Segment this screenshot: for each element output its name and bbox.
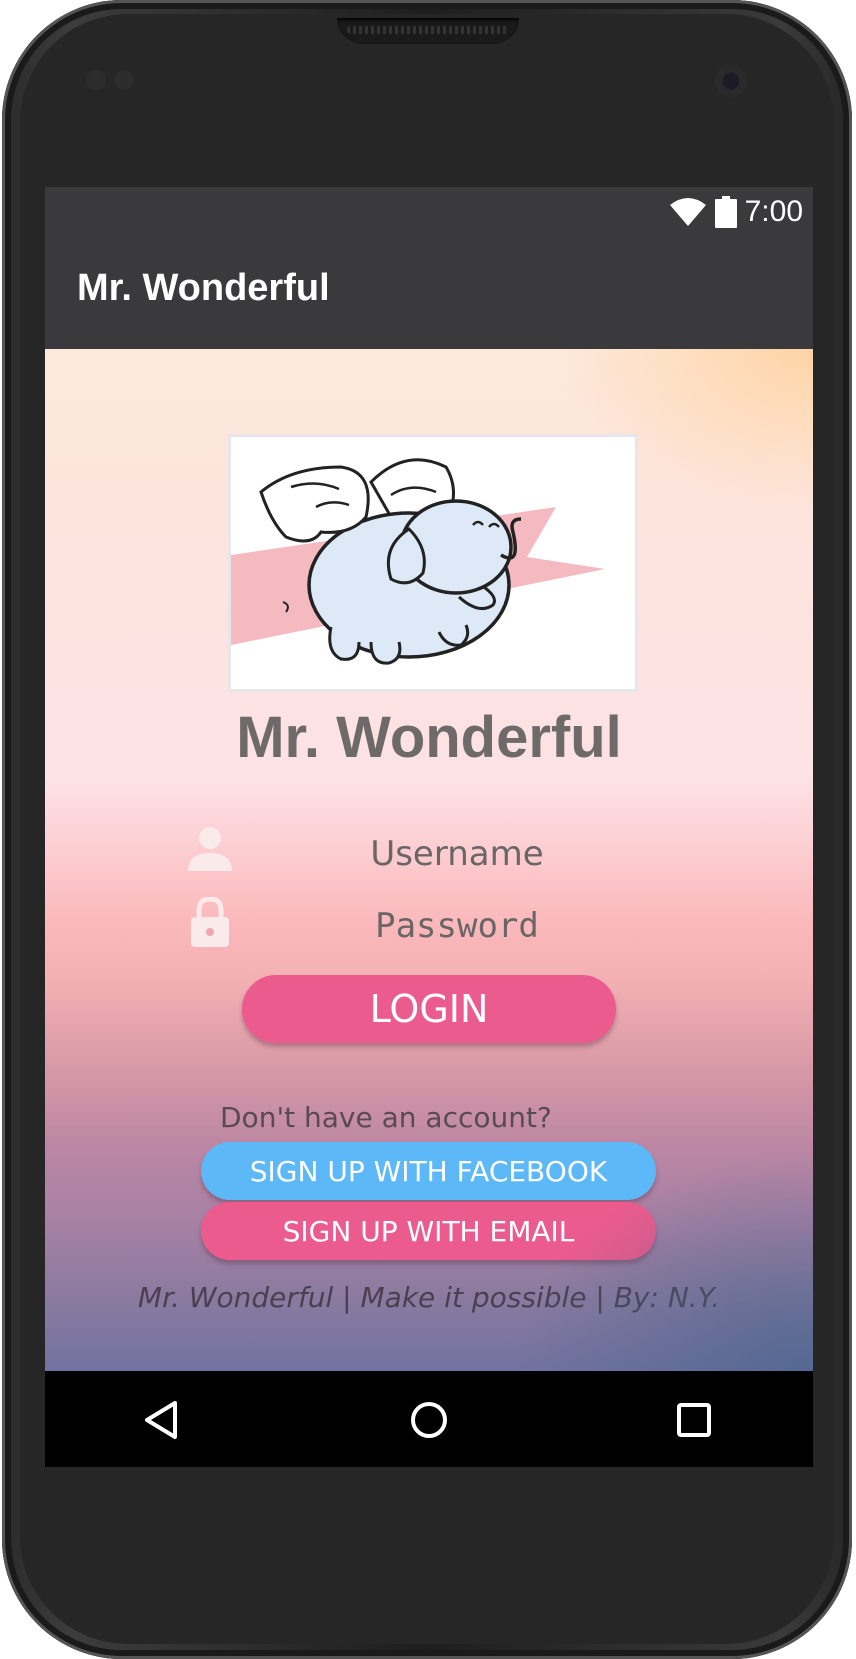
app-bar-title: Mr. Wonderful	[77, 267, 330, 309]
signup-facebook-button[interactable]: SIGN UP WITH FACEBOOK	[201, 1142, 656, 1200]
status-clock: 7:00	[744, 195, 803, 228]
login-screen: Mr. Wonderful LOGIN Don't have an accoun…	[45, 349, 813, 1371]
lock-icon	[191, 897, 229, 947]
person-icon	[188, 827, 232, 871]
proximity-sensor	[86, 70, 106, 90]
system-nav-bar	[45, 1371, 813, 1467]
logo-image	[228, 434, 638, 692]
light-sensor	[114, 70, 134, 90]
earpiece-speaker	[337, 18, 519, 44]
front-camera	[715, 65, 747, 97]
phone-frame: 7:00 Mr. Wonderful Mr. Wonderful Usernam…	[2, 0, 852, 1659]
status-bar: 7:00	[45, 187, 813, 237]
username-input[interactable]	[285, 825, 629, 883]
signup-email-button[interactable]: SIGN UP WITH EMAIL	[201, 1202, 656, 1260]
flying-elephant-logo	[231, 458, 605, 665]
password-input[interactable]	[285, 897, 629, 955]
signup-prompt: Don't have an account?	[220, 1101, 552, 1134]
app-bar: Mr. Wonderful	[45, 237, 813, 349]
login-button[interactable]: LOGIN	[242, 975, 616, 1043]
home-icon[interactable]	[404, 1395, 454, 1445]
brand-title: Mr. Wonderful	[236, 705, 622, 770]
back-icon[interactable]	[137, 1395, 187, 1445]
wifi-icon	[669, 198, 706, 226]
screen: 7:00 Mr. Wonderful Mr. Wonderful Usernam…	[45, 187, 813, 1467]
battery-icon	[714, 196, 737, 228]
recents-icon[interactable]	[669, 1395, 719, 1445]
footer-credits: Mr. Wonderful | Make it possible | By: N…	[137, 1281, 721, 1314]
